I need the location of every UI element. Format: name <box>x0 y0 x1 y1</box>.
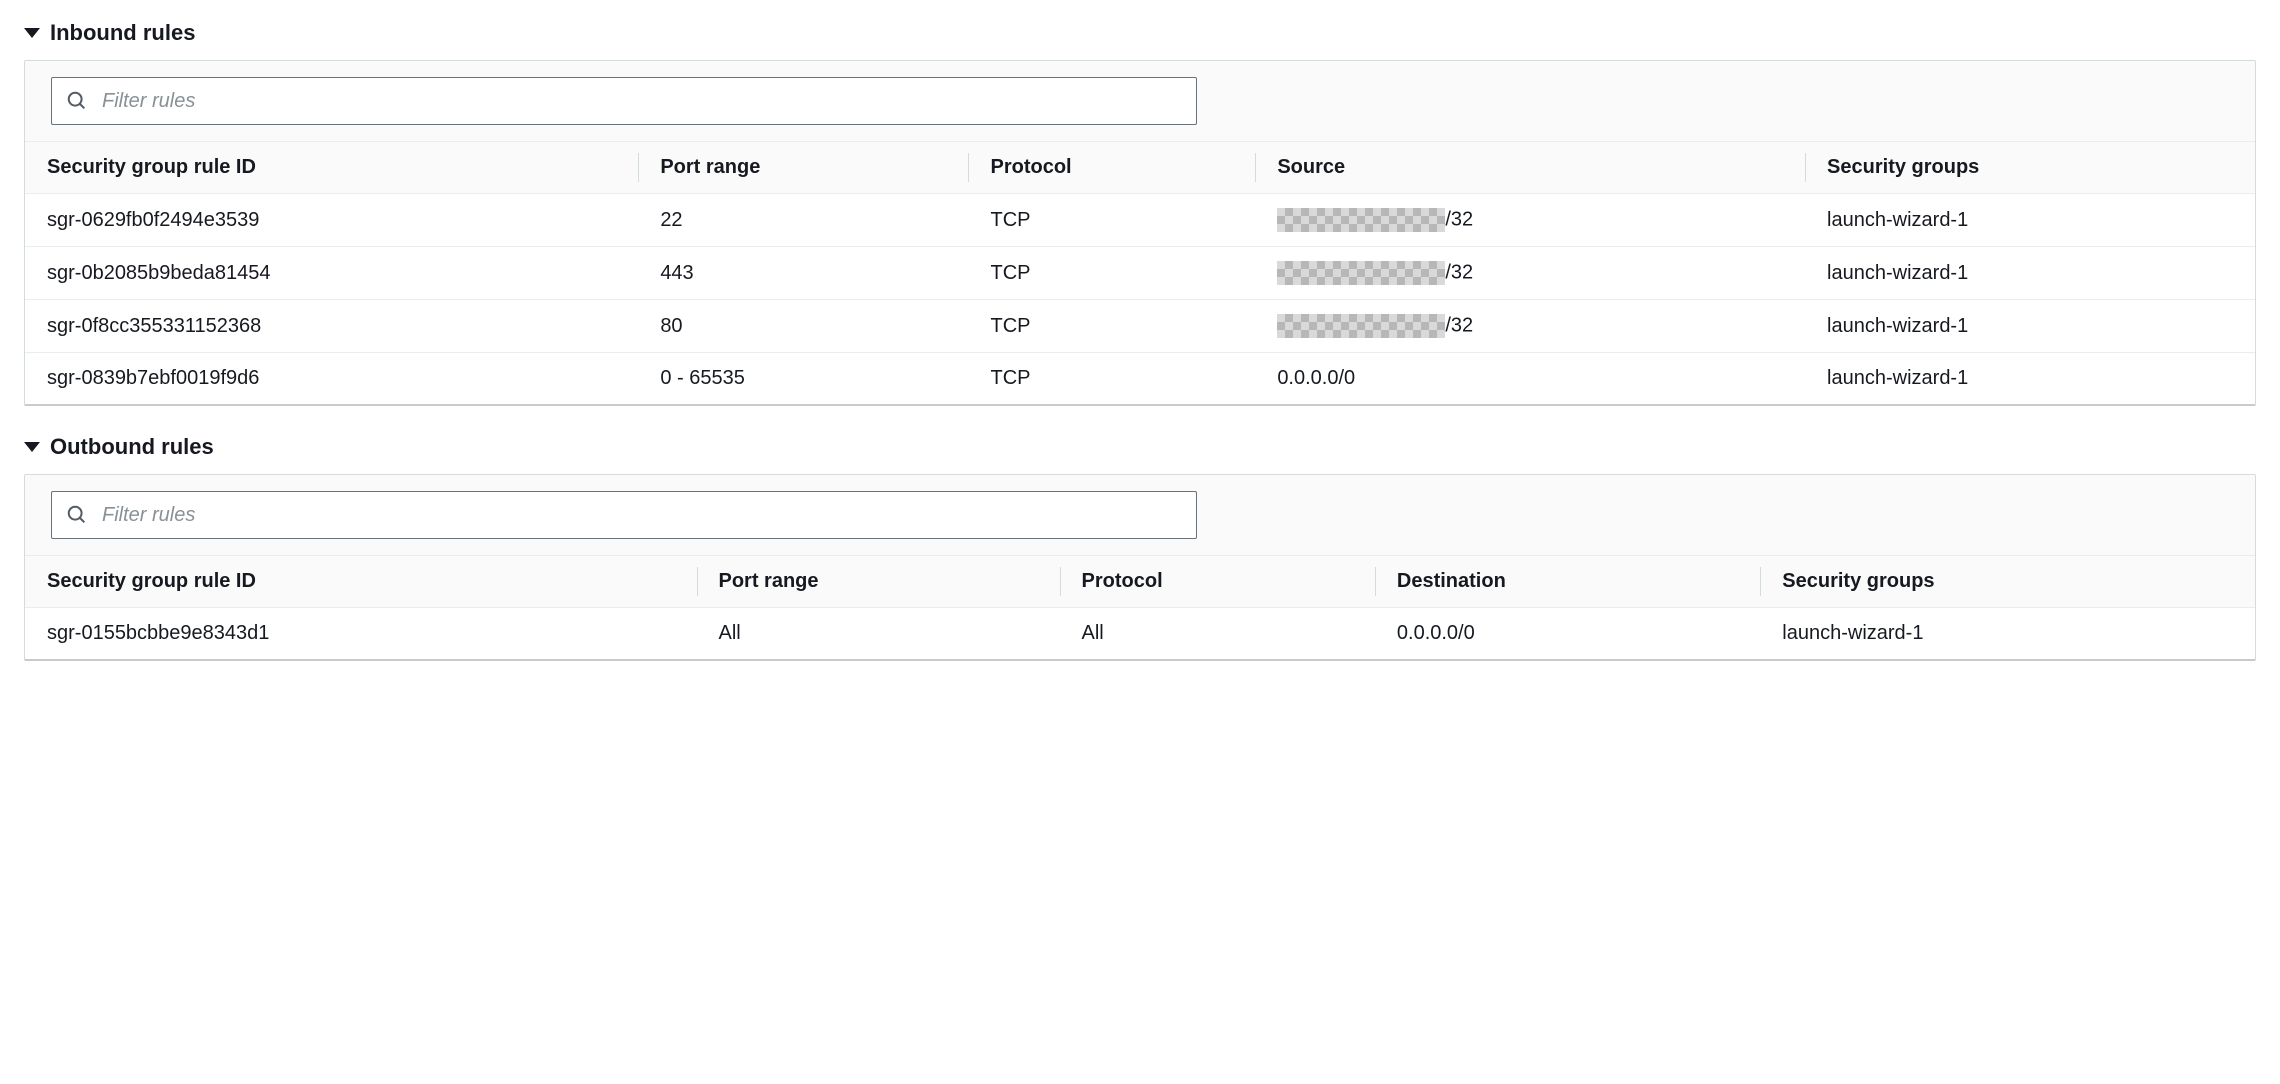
outbound-filter-row <box>25 475 2255 555</box>
cell-security-group: launch-wizard-1 <box>1805 353 2255 405</box>
outbound-title: Outbound rules <box>50 434 214 460</box>
inbound-title: Inbound rules <box>50 20 195 46</box>
cell-rule-id: sgr-0f8cc355331152368 <box>25 300 638 353</box>
inbound-table: Security group rule ID Port range Protoc… <box>25 141 2255 404</box>
table-row[interactable]: sgr-0839b7ebf0019f9d60 - 65535TCP0.0.0.0… <box>25 353 2255 405</box>
cell-protocol: TCP <box>968 247 1255 300</box>
cell-port-range: 80 <box>638 300 968 353</box>
table-row[interactable]: sgr-0155bcbbe9e8343d1AllAll0.0.0.0/0laun… <box>25 608 2255 660</box>
redacted-ip <box>1277 261 1445 285</box>
cell-port-range: All <box>697 608 1060 660</box>
col-security-grp[interactable]: Security groups <box>1760 556 2255 608</box>
col-protocol[interactable]: Protocol <box>968 142 1255 194</box>
col-rule-id[interactable]: Security group rule ID <box>25 142 638 194</box>
col-rule-id[interactable]: Security group rule ID <box>25 556 697 608</box>
cell-security-group: launch-wizard-1 <box>1805 247 2255 300</box>
cell-port-range: 0 - 65535 <box>638 353 968 405</box>
cell-security-group: launch-wizard-1 <box>1805 300 2255 353</box>
outbound-filter-wrap[interactable] <box>51 491 1197 539</box>
redacted-ip <box>1277 314 1445 338</box>
cell-source: /32 <box>1255 194 1805 247</box>
search-icon <box>66 90 88 112</box>
source-suffix: /32 <box>1445 261 1473 283</box>
cell-port-range: 443 <box>638 247 968 300</box>
col-source[interactable]: Source <box>1255 142 1805 194</box>
inbound-section: Inbound rules Security group rule ID Por… <box>24 16 2256 406</box>
table-row[interactable]: sgr-0b2085b9beda81454443TCP/32 launch-wiz… <box>25 247 2255 300</box>
cell-destination: 0.0.0.0/0 <box>1375 608 1760 660</box>
outbound-table: Security group rule ID Port range Protoc… <box>25 555 2255 659</box>
inbound-header-toggle[interactable]: Inbound rules <box>24 16 2256 60</box>
cell-source: /32 <box>1255 247 1805 300</box>
inbound-filter-row <box>25 61 2255 141</box>
cell-security-group: launch-wizard-1 <box>1760 608 2255 660</box>
cell-source: 0.0.0.0/0 <box>1255 353 1805 405</box>
col-destination[interactable]: Destination <box>1375 556 1760 608</box>
cell-protocol: TCP <box>968 300 1255 353</box>
inbound-filter-input[interactable] <box>100 89 1182 114</box>
cell-rule-id: sgr-0155bcbbe9e8343d1 <box>25 608 697 660</box>
col-security-grp[interactable]: Security groups <box>1805 142 2255 194</box>
caret-down-icon <box>24 442 40 452</box>
outbound-filter-input[interactable] <box>100 503 1182 528</box>
cell-protocol: TCP <box>968 353 1255 405</box>
cell-port-range: 22 <box>638 194 968 247</box>
redacted-ip <box>1277 208 1445 232</box>
cell-rule-id: sgr-0b2085b9beda81454 <box>25 247 638 300</box>
cell-protocol: TCP <box>968 194 1255 247</box>
inbound-filter-wrap[interactable] <box>51 77 1197 125</box>
outbound-section: Outbound rules Security group rule ID Po… <box>24 430 2256 661</box>
outbound-panel: Security group rule ID Port range Protoc… <box>24 474 2256 661</box>
table-row[interactable]: sgr-0629fb0f2494e353922TCP/32 launch-wiza… <box>25 194 2255 247</box>
caret-down-icon <box>24 28 40 38</box>
table-row[interactable]: sgr-0f8cc35533115236880TCP/32 launch-wiza… <box>25 300 2255 353</box>
cell-rule-id: sgr-0629fb0f2494e3539 <box>25 194 638 247</box>
cell-source: /32 <box>1255 300 1805 353</box>
source-suffix: /32 <box>1445 208 1473 230</box>
col-protocol[interactable]: Protocol <box>1060 556 1375 608</box>
outbound-header-toggle[interactable]: Outbound rules <box>24 430 2256 474</box>
cell-security-group: launch-wizard-1 <box>1805 194 2255 247</box>
inbound-header-row: Security group rule ID Port range Protoc… <box>25 142 2255 194</box>
search-icon <box>66 504 88 526</box>
inbound-panel: Security group rule ID Port range Protoc… <box>24 60 2256 406</box>
outbound-header-row: Security group rule ID Port range Protoc… <box>25 556 2255 608</box>
source-suffix: /32 <box>1445 314 1473 336</box>
cell-rule-id: sgr-0839b7ebf0019f9d6 <box>25 353 638 405</box>
col-port-range[interactable]: Port range <box>638 142 968 194</box>
cell-protocol: All <box>1060 608 1375 660</box>
col-port-range[interactable]: Port range <box>697 556 1060 608</box>
